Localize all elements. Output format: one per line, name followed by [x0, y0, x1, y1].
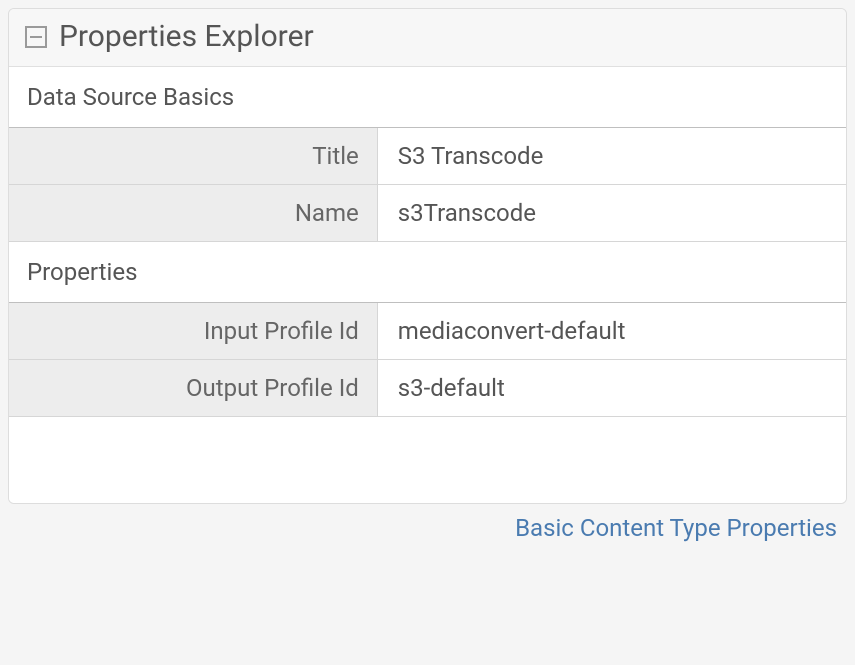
- panel-title: Properties Explorer: [59, 19, 314, 54]
- value-output-profile-id[interactable]: s3-default: [377, 360, 846, 417]
- section-heading-basics: Data Source Basics: [9, 67, 846, 128]
- panel-header[interactable]: Properties Explorer: [9, 9, 846, 67]
- basics-table: Title S3 Transcode Name s3Transcode: [9, 128, 846, 242]
- properties-table: Input Profile Id mediaconvert-default Ou…: [9, 303, 846, 417]
- label-input-profile-id: Input Profile Id: [9, 303, 377, 360]
- section-heading-properties: Properties: [9, 242, 846, 303]
- value-name[interactable]: s3Transcode: [377, 185, 846, 242]
- table-row: Title S3 Transcode: [9, 128, 846, 185]
- panel-footer-space: [9, 417, 846, 503]
- collapse-icon[interactable]: [25, 26, 47, 48]
- properties-explorer-panel: Properties Explorer Data Source Basics T…: [8, 8, 847, 504]
- label-title: Title: [9, 128, 377, 185]
- value-title[interactable]: S3 Transcode: [377, 128, 846, 185]
- footer-link-wrap: Basic Content Type Properties: [8, 504, 847, 542]
- label-name: Name: [9, 185, 377, 242]
- footer-link-basic-content-type[interactable]: Basic Content Type Properties: [515, 514, 837, 542]
- table-row: Output Profile Id s3-default: [9, 360, 846, 417]
- value-input-profile-id[interactable]: mediaconvert-default: [377, 303, 846, 360]
- table-row: Input Profile Id mediaconvert-default: [9, 303, 846, 360]
- table-row: Name s3Transcode: [9, 185, 846, 242]
- label-output-profile-id: Output Profile Id: [9, 360, 377, 417]
